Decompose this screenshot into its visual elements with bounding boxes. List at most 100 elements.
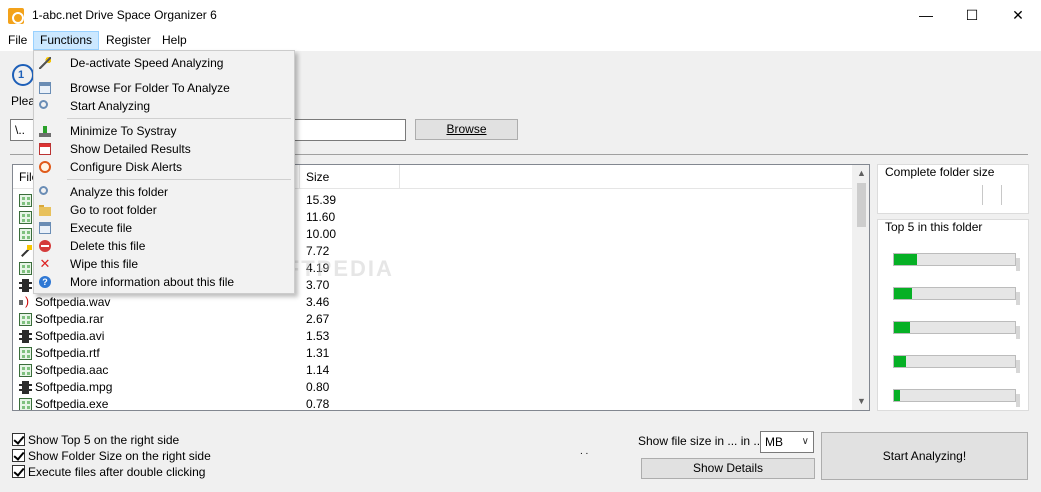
menu-separator [67, 118, 291, 119]
table-row[interactable]: Softpedia.rtf 1.31 [13, 345, 853, 362]
tray-icon [39, 125, 51, 137]
menu-item-label: Delete this file [70, 239, 146, 253]
file-size: 3.46 [306, 295, 330, 309]
menu-item-more-information-about-this-file[interactable]: ? More information about this file [34, 273, 294, 291]
menu-item-label: Wipe this file [70, 257, 139, 271]
grid-file-icon [19, 398, 32, 410]
film-file-icon [19, 330, 32, 343]
info-icon: ? [39, 276, 51, 288]
menu-item-label: Start Analyzing [70, 99, 151, 113]
menu-item-label: De-activate Speed Analyzing [70, 56, 224, 70]
wand-icon [39, 57, 51, 69]
window-icon [39, 82, 51, 94]
window-title: 1-abc.net Drive Space Organizer 6 [32, 8, 217, 22]
file-size-unit-label: Show file size in ... in ... [638, 434, 764, 448]
checkbox[interactable] [12, 465, 25, 478]
checkbox[interactable] [12, 433, 25, 446]
close-button[interactable]: ✕ [995, 0, 1041, 30]
table-row[interactable]: Softpedia.wav 3.46 [13, 293, 853, 311]
table-row[interactable]: Softpedia.mpg 0.80 [13, 379, 853, 396]
show-details-button[interactable]: Show Details [641, 458, 815, 479]
checkbox-label: Execute files after double clicking [28, 465, 206, 479]
delete-icon [39, 240, 51, 252]
magnifier-icon [39, 100, 48, 109]
top5-label: Top 5 in this folder [885, 220, 983, 234]
file-name: Softpedia.exe [35, 397, 109, 411]
complete-folder-size-label: Complete folder size [885, 165, 995, 179]
menu-item-delete-this-file[interactable]: Delete this file [34, 237, 294, 255]
menu-item-start-analyzing[interactable]: Start Analyzing [34, 97, 294, 115]
wand-file-icon [19, 245, 33, 258]
grid-file-icon [19, 364, 32, 377]
top5-progress-fill [894, 322, 910, 333]
checkbox-label: Show Top 5 on the right side [28, 433, 180, 447]
window-icon [39, 222, 51, 234]
file-name: Softpedia.rtf [35, 346, 100, 360]
scroll-up-icon[interactable]: ▲ [853, 165, 869, 182]
menu-item-label: Go to root folder [70, 203, 157, 217]
file-name: Softpedia.rar [35, 312, 104, 326]
browse-button[interactable]: Browse [415, 119, 518, 140]
x-icon: ✕ [39, 256, 51, 271]
menu-item-analyze-this-folder[interactable]: Analyze this folder [34, 183, 294, 201]
menu-item-configure-disk-alerts[interactable]: Configure Disk Alerts [34, 158, 294, 176]
grid-file-icon [19, 228, 32, 241]
menu-separator [67, 179, 291, 180]
menu-bar: File Functions Register Help [0, 30, 1041, 51]
menu-item-wipe-this-file[interactable]: ✕ Wipe this file [34, 255, 294, 273]
folder-size-bar [982, 185, 1002, 205]
checkbox-label: Show Folder Size on the right side [28, 449, 211, 463]
menu-item-label: Show Detailed Results [70, 142, 191, 156]
menu-item-de-activate-speed-analyzing[interactable]: De-activate Speed Analyzing [34, 54, 294, 72]
browse-label: Browse [446, 122, 487, 136]
menu-item-execute-file[interactable]: Execute file [34, 219, 294, 237]
table-row[interactable]: Softpedia.aac 1.14 [13, 362, 853, 379]
menu-item-minimize-to-systray[interactable]: Minimize To Systray [34, 122, 294, 140]
file-size: 1.53 [306, 329, 330, 343]
top5-bar-shadow [1016, 258, 1020, 271]
maximize-button[interactable]: ☐ [949, 0, 995, 30]
file-size: 0.80 [306, 380, 330, 394]
table-row[interactable]: Softpedia.avi 1.53 [13, 328, 853, 345]
start-analyzing-button[interactable]: Start Analyzing! [821, 432, 1028, 480]
top5-progress-bar [893, 321, 1016, 334]
file-name: Softpedia.aac [35, 363, 109, 377]
grid-file-icon [19, 194, 32, 207]
file-size: 10.00 [306, 227, 337, 241]
menu-item-label: Browse For Folder To Analyze [70, 81, 230, 95]
scroll-thumb[interactable] [857, 183, 866, 227]
menu-item-show-detailed-results[interactable]: Show Detailed Results [34, 140, 294, 158]
table-row[interactable]: Softpedia.exe 0.78 [13, 396, 853, 411]
unit-select[interactable]: MB ∨ [760, 431, 814, 453]
film-file-icon [19, 279, 32, 292]
top5-progress-bar [893, 389, 1016, 402]
menu-register[interactable]: Register [100, 31, 157, 50]
menu-item-label: Configure Disk Alerts [70, 160, 183, 174]
grid-file-icon [19, 313, 32, 326]
menu-item-browse-for-folder-to-analyze[interactable]: Browse For Folder To Analyze [34, 79, 294, 97]
top5-progress-bar [893, 253, 1016, 266]
scroll-down-icon[interactable]: ▼ [853, 393, 869, 410]
file-size: 11.60 [306, 210, 336, 224]
menu-file[interactable]: File [2, 31, 33, 50]
grid-file-icon [19, 262, 32, 275]
grid-file-icon [19, 211, 32, 224]
top5-box: Top 5 in this folder [877, 219, 1029, 411]
menu-item-label: Minimize To Systray [70, 124, 177, 138]
menu-functions[interactable]: Functions [33, 31, 100, 50]
menu-item-go-to-root-folder[interactable]: Go to root folder [34, 201, 294, 219]
top5-bar-shadow [1016, 326, 1020, 339]
magnifier-icon [39, 186, 48, 195]
complete-folder-size-box: Complete folder size [877, 164, 1029, 214]
functions-menu: De-activate Speed Analyzing Browse For Fo… [33, 50, 295, 294]
checkbox[interactable] [12, 449, 25, 462]
top5-bar-shadow [1016, 292, 1020, 305]
minimize-button[interactable]: — [903, 0, 949, 30]
top5-progress-fill [894, 288, 913, 299]
file-size: 0.78 [306, 397, 330, 411]
table-row[interactable]: Softpedia.rar 2.67 [13, 311, 853, 328]
menu-help[interactable]: Help [156, 31, 193, 50]
vertical-scrollbar[interactable]: ▲ ▼ [852, 165, 869, 410]
column-header-size[interactable]: Size [300, 165, 400, 189]
top5-progress-bar [893, 287, 1016, 300]
